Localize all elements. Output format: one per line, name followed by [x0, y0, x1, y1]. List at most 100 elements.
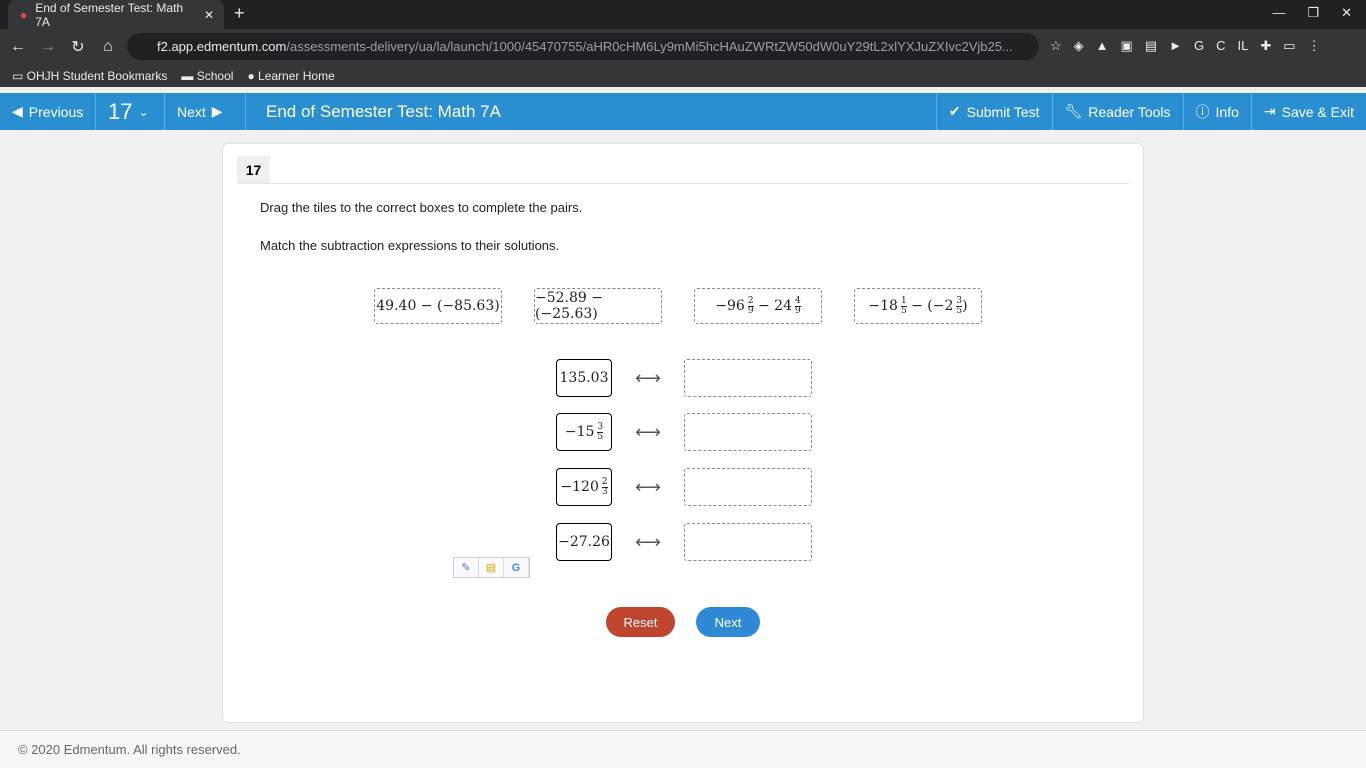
test-nav-bar: ◀ Previous 17 ⌄ Next ▶ End of Semester Test… [0, 93, 1366, 130]
sign-out-icon: ⇥ [1263, 103, 1276, 119]
url-host: f2.app.edmentum.com [157, 39, 287, 54]
edmentum-favicon-icon: ● [20, 7, 28, 22]
denominator: 9 [795, 305, 801, 316]
double-arrow-icon: ⟷ [635, 367, 661, 388]
denominator: 5 [900, 305, 907, 316]
question-selector[interactable]: 17 ⌄ [96, 93, 165, 130]
close-window-icon[interactable]: ✕ [1341, 5, 1352, 21]
reload-icon[interactable]: ↻ [70, 37, 86, 57]
drop-target[interactable] [684, 413, 812, 451]
url-path: /assessments-delivery/ua/la/launch/1000/… [286, 39, 1013, 54]
solution-box: −120 2 3 [556, 468, 612, 506]
pair-row: −27.26 ⟷ [556, 523, 812, 561]
bookmark-school[interactable]: ▬ School [181, 69, 233, 83]
back-icon[interactable]: ← [10, 38, 26, 56]
info-button[interactable]: ⓘ Info [1182, 93, 1251, 130]
bookmarks-bar: ▭ OHJH Student Bookmarks ▬ School ● Lear… [0, 64, 1366, 87]
divider [237, 183, 1129, 184]
google-translate-icon[interactable]: G [504, 558, 529, 577]
tile-expression: −52.89 − (−25.63) [535, 290, 603, 322]
home-icon[interactable]: ⌂ [100, 38, 116, 56]
double-arrow-icon: ⟷ [635, 476, 661, 497]
arrow-left-circle-icon: ◀ [12, 103, 23, 119]
drop-target[interactable] [684, 468, 812, 506]
puzzle-icon[interactable]: ✚ [1260, 38, 1271, 54]
bookmark-learner-home[interactable]: ● Learner Home [247, 69, 334, 83]
question-number: 17 [108, 98, 133, 124]
solution-box: −15 3 5 [556, 413, 612, 451]
instruction-text: Drag the tiles to the correct boxes to c… [260, 200, 583, 215]
wrench-icon: 🔧︎ [1064, 103, 1083, 119]
check-circle-icon: ✔ [948, 103, 961, 119]
reader-tools-label: Reader Tools [1088, 103, 1171, 120]
numerator: 4 [795, 295, 801, 307]
numerator: 3 [597, 421, 604, 433]
previous-button[interactable]: ◀ Previous [0, 93, 96, 130]
question-number-badge: 17 [237, 156, 270, 184]
denominator: 9 [747, 305, 754, 316]
cast-icon[interactable]: ▭ [1283, 38, 1295, 54]
extensions: ☆ ◈ ▲ ▣ ▤ ► G C IL ✚ ▭ ⋮ [1050, 38, 1321, 54]
whole: −18 [868, 298, 898, 314]
tile-expression: −96 2 9 − 24 4 9 [715, 295, 801, 316]
arrow-right-circle-icon: ▶ [211, 103, 223, 119]
instruction-text: Match the subtraction expressions to the… [260, 238, 560, 253]
whole: −96 [715, 298, 745, 314]
extension-icon[interactable]: ◈ [1074, 38, 1084, 54]
submit-test-button[interactable]: ✔ Submit Test [935, 93, 1052, 130]
draggable-tile[interactable]: −52.89 − (−25.63) [534, 288, 662, 324]
previous-label: Previous [28, 103, 84, 120]
extension-icon[interactable]: ► [1169, 38, 1182, 54]
forward-icon[interactable]: → [40, 38, 56, 56]
bookmark-ohjh[interactable]: ▭ OHJH Student Bookmarks [12, 69, 167, 83]
drop-target[interactable] [684, 523, 812, 561]
tile-expression: 49.40 − (−85.63) [376, 298, 500, 314]
draggable-tile[interactable]: −18 1 5 − (−2 3 5) [854, 288, 982, 324]
denominator: 5 [597, 431, 604, 442]
draggable-tile[interactable]: −96 2 9 − 24 4 9 [694, 288, 822, 324]
save-exit-label: Save & Exit [1281, 103, 1354, 120]
draggable-tile[interactable]: 49.40 − (−85.63) [374, 288, 502, 324]
minimize-icon[interactable]: — [1272, 5, 1285, 21]
classroom-icon[interactable]: ▤ [1145, 38, 1157, 54]
bookmark-label: Learner Home [258, 68, 335, 83]
extension-icon[interactable]: ▣ [1121, 38, 1133, 54]
reader-tools-button[interactable]: 🔧︎ Reader Tools [1051, 93, 1183, 130]
info-icon: ⓘ [1195, 103, 1210, 120]
drive-icon[interactable]: ▲ [1096, 38, 1109, 54]
next-nav-button[interactable]: Next ▶ [165, 93, 246, 130]
solution-value: −27.26 [558, 534, 610, 550]
extension-icon[interactable]: C [1216, 38, 1225, 54]
browser-tab[interactable]: ● End of Semester Test: Math 7A ✕ [8, 0, 224, 29]
grammarly-icon[interactable]: G [1194, 38, 1204, 54]
numerator: 2 [601, 476, 608, 488]
solution-value: −120 [560, 479, 599, 495]
double-arrow-icon: ⟷ [635, 421, 661, 442]
reset-button[interactable]: Reset [606, 607, 675, 637]
annotation-toolbar: ✎ ▤ G [453, 557, 530, 578]
operator: − (−2 [911, 298, 954, 314]
pencil-icon[interactable]: ✎ [454, 558, 479, 577]
numerator: 1 [900, 295, 907, 307]
comment-icon[interactable]: ▤ [479, 558, 504, 577]
menu-icon[interactable]: ⋮ [1308, 38, 1321, 54]
next-button[interactable]: Next [696, 607, 760, 637]
address-bar[interactable]: f2.app.edmentum.com/assessments-delivery… [127, 33, 1039, 60]
chevron-down-icon: ⌄ [138, 104, 149, 119]
denominator: 3 [601, 486, 608, 497]
close-tab-icon[interactable]: ✕ [204, 8, 214, 22]
save-exit-button[interactable]: ⇥ Save & Exit [1250, 93, 1366, 130]
bookmark-star-icon[interactable]: ☆ [1050, 38, 1062, 54]
numerator: 2 [747, 295, 754, 307]
pair-row: −15 3 5 ⟷ [556, 413, 812, 451]
bookmark-label: OHJH Student Bookmarks [26, 68, 168, 83]
drop-target[interactable] [684, 359, 812, 397]
question-card: 17 Drag the tiles to the correct boxes t… [222, 143, 1144, 723]
new-tab-icon[interactable]: + [234, 3, 245, 24]
restore-icon[interactable]: ❐ [1307, 5, 1319, 21]
tile-expression: −18 1 5 − (−2 3 5) [868, 295, 967, 316]
next-label: Next [177, 103, 206, 120]
double-arrow-icon: ⟷ [635, 531, 661, 552]
extension-icon[interactable]: IL [1238, 38, 1249, 54]
bookmark-label: School [196, 68, 234, 83]
